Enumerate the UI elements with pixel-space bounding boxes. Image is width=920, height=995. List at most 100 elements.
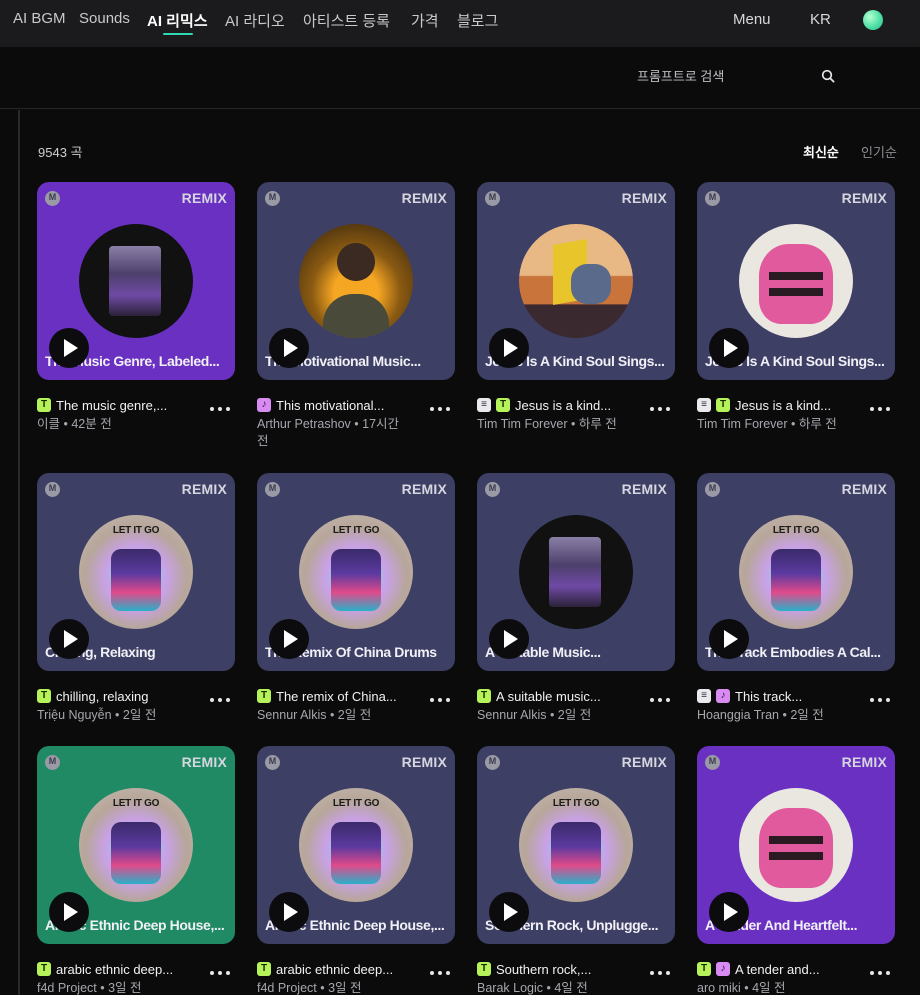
track-title[interactable]: Jesus is a kind... bbox=[735, 398, 831, 413]
play-button[interactable] bbox=[269, 892, 309, 932]
track-title[interactable]: Southern rock,... bbox=[496, 962, 591, 977]
track-cover[interactable]: REMIX Chilling, Relaxing bbox=[37, 473, 235, 671]
album-art bbox=[519, 224, 633, 338]
music-note-icon: ♪ bbox=[257, 398, 271, 412]
play-button[interactable] bbox=[709, 892, 749, 932]
album-art bbox=[299, 224, 413, 338]
track-meta: T Southern rock,... Barak Logic • 4일 전 bbox=[477, 960, 675, 995]
settings-sliders-icon: ≡ bbox=[697, 689, 711, 703]
nav-ai-bgm[interactable]: AI BGM bbox=[13, 10, 66, 27]
track-title[interactable]: A tender and... bbox=[735, 962, 820, 977]
play-button[interactable] bbox=[489, 619, 529, 659]
track-card[interactable]: REMIX The Track Embodies A Cal... ≡ ♪ Thi… bbox=[697, 473, 895, 747]
track-card[interactable]: REMIX A Suitable Music... T A suitable m… bbox=[477, 473, 675, 747]
more-options-icon[interactable] bbox=[209, 693, 231, 705]
track-artist-time: Sennur Alkis • 2일 전 bbox=[477, 708, 592, 722]
search-icon[interactable] bbox=[821, 69, 835, 83]
track-card[interactable]: REMIX Southern Rock, Unplugge... T South… bbox=[477, 746, 675, 995]
track-card[interactable]: REMIX Arabic Ethnic Deep House,... T ara… bbox=[257, 746, 455, 995]
track-card[interactable]: REMIX A Tender And Heartfelt... T ♪ A ten… bbox=[697, 746, 895, 995]
nav-sounds[interactable]: Sounds bbox=[79, 10, 130, 27]
more-options-icon[interactable] bbox=[869, 693, 891, 705]
more-options-icon[interactable] bbox=[649, 402, 671, 414]
track-cover[interactable]: REMIX Arabic Ethnic Deep House,... bbox=[257, 746, 455, 944]
track-cover[interactable]: REMIX The Track Embodies A Cal... bbox=[697, 473, 895, 671]
track-title-row: T The remix of China... bbox=[257, 687, 407, 705]
track-title[interactable]: Jesus is a kind... bbox=[515, 398, 611, 413]
album-art bbox=[79, 515, 193, 629]
more-options-icon[interactable] bbox=[649, 693, 671, 705]
album-art bbox=[739, 224, 853, 338]
more-options-icon[interactable] bbox=[209, 402, 231, 414]
play-button[interactable] bbox=[269, 619, 309, 659]
play-button[interactable] bbox=[49, 892, 89, 932]
album-art bbox=[739, 788, 853, 902]
side-divider bbox=[18, 110, 20, 995]
track-cover[interactable]: REMIX Jesus Is A Kind Soul Sings... bbox=[477, 182, 675, 380]
sort-popular[interactable]: 인기순 bbox=[861, 142, 897, 161]
more-options-icon[interactable] bbox=[429, 966, 451, 978]
more-options-icon[interactable] bbox=[429, 693, 451, 705]
track-card[interactable]: REMIX The Remix Of China Drums T The rem… bbox=[257, 473, 455, 747]
track-card[interactable]: REMIX Jesus Is A Kind Soul Sings... ≡ T J… bbox=[697, 182, 895, 456]
track-card[interactable]: REMIX The Music Genre, Labeled... T The … bbox=[37, 182, 235, 456]
album-art bbox=[79, 788, 193, 902]
play-button[interactable] bbox=[489, 328, 529, 368]
track-card[interactable]: REMIX Chilling, Relaxing T chilling, rel… bbox=[37, 473, 235, 747]
track-cover[interactable]: REMIX The Motivational Music... bbox=[257, 182, 455, 380]
track-cover[interactable]: REMIX Southern Rock, Unplugge... bbox=[477, 746, 675, 944]
more-options-icon[interactable] bbox=[649, 966, 671, 978]
track-card[interactable]: REMIX Arabic Ethnic Deep House,... T ara… bbox=[37, 746, 235, 995]
track-cover[interactable]: REMIX A Tender And Heartfelt... bbox=[697, 746, 895, 944]
nav-artist-register[interactable]: 아티스트 등록 bbox=[303, 10, 390, 31]
more-options-icon[interactable] bbox=[429, 402, 451, 414]
more-options-icon[interactable] bbox=[869, 402, 891, 414]
track-title-row: ♪ This motivational... bbox=[257, 396, 407, 414]
more-options-icon[interactable] bbox=[869, 966, 891, 978]
menu-button[interactable]: Menu bbox=[733, 11, 771, 28]
track-cover[interactable]: REMIX Arabic Ethnic Deep House,... bbox=[37, 746, 235, 944]
brand-logo-icon bbox=[265, 755, 280, 770]
nav-ai-radio[interactable]: AI 라디오 bbox=[225, 10, 285, 31]
track-artist-time: Arthur Petrashov • 17시간 전 bbox=[257, 417, 400, 448]
play-button[interactable] bbox=[49, 619, 89, 659]
track-title[interactable]: A suitable music... bbox=[496, 689, 601, 704]
track-title[interactable]: arabic ethnic deep... bbox=[56, 962, 173, 977]
play-button[interactable] bbox=[709, 619, 749, 659]
search-input[interactable] bbox=[620, 61, 840, 91]
track-artist-time: f4d Project • 3일 전 bbox=[37, 981, 142, 995]
music-note-icon: ♪ bbox=[716, 962, 730, 976]
play-button[interactable] bbox=[49, 328, 89, 368]
play-button[interactable] bbox=[709, 328, 749, 368]
track-cover[interactable]: REMIX A Suitable Music... bbox=[477, 473, 675, 671]
track-title-row: T arabic ethnic deep... bbox=[37, 960, 187, 978]
play-button[interactable] bbox=[489, 892, 529, 932]
text-prompt-icon: T bbox=[477, 962, 491, 976]
track-title[interactable]: This motivational... bbox=[276, 398, 384, 413]
track-title-row: T A suitable music... bbox=[477, 687, 627, 705]
track-card[interactable]: REMIX The Motivational Music... ♪ This m… bbox=[257, 182, 455, 456]
settings-sliders-icon: ≡ bbox=[697, 398, 711, 412]
avatar[interactable] bbox=[863, 10, 883, 30]
track-card[interactable]: REMIX Jesus Is A Kind Soul Sings... ≡ T J… bbox=[477, 182, 675, 456]
track-title-row: T chilling, relaxing bbox=[37, 687, 187, 705]
track-cover[interactable]: REMIX The Remix Of China Drums bbox=[257, 473, 455, 671]
track-cover[interactable]: REMIX The Music Genre, Labeled... bbox=[37, 182, 235, 380]
sort-latest[interactable]: 최신순 bbox=[803, 142, 839, 161]
nav-pricing[interactable]: 가격 bbox=[411, 10, 439, 31]
track-artist-time: Triệu Nguyễn • 2일 전 bbox=[37, 708, 157, 722]
more-options-icon[interactable] bbox=[209, 966, 231, 978]
track-title-row: ≡ T Jesus is a kind... bbox=[477, 396, 627, 414]
track-title[interactable]: arabic ethnic deep... bbox=[276, 962, 393, 977]
nav-blog[interactable]: 블로그 bbox=[457, 10, 498, 31]
track-title[interactable]: The music genre,... bbox=[56, 398, 167, 413]
nav-ai-remix[interactable]: AI 리믹스 bbox=[147, 10, 208, 31]
track-title[interactable]: The remix of China... bbox=[276, 689, 397, 704]
track-cover[interactable]: REMIX Jesus Is A Kind Soul Sings... bbox=[697, 182, 895, 380]
play-button[interactable] bbox=[269, 328, 309, 368]
text-prompt-icon: T bbox=[697, 962, 711, 976]
track-artist-time: Barak Logic • 4일 전 bbox=[477, 981, 588, 995]
track-title[interactable]: This track... bbox=[735, 689, 802, 704]
track-title[interactable]: chilling, relaxing bbox=[56, 689, 149, 704]
language-button[interactable]: KR bbox=[810, 11, 831, 28]
